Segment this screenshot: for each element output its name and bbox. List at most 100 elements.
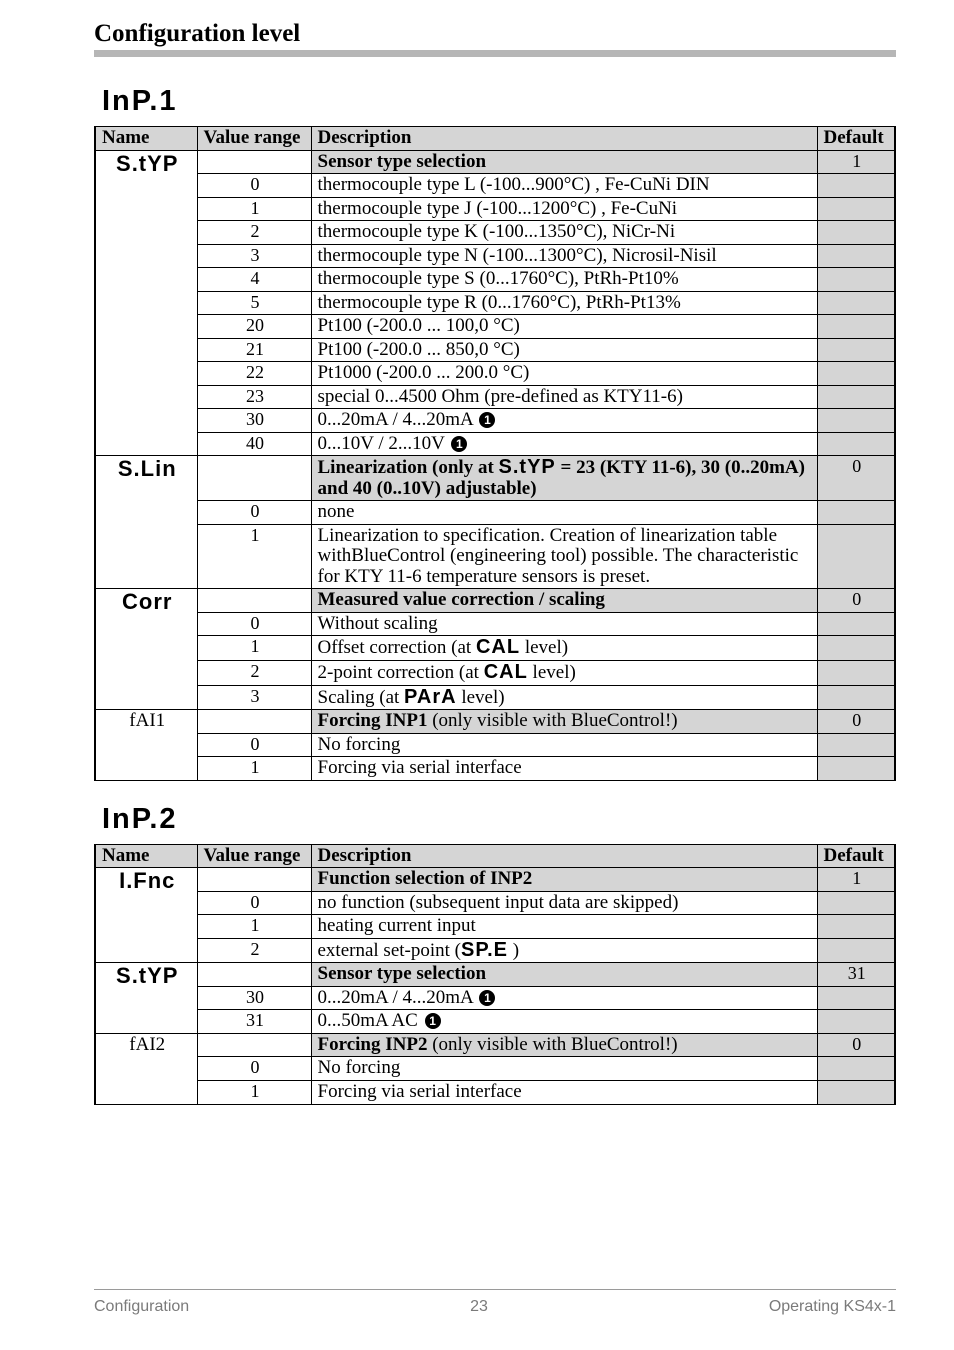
cell: [817, 915, 895, 939]
footer-page-number: 23: [470, 1298, 488, 1316]
seg-ifnc: I.Fnc: [119, 868, 175, 893]
cell: 31: [197, 1010, 311, 1034]
cell: [817, 409, 895, 433]
cell: 30: [197, 409, 311, 433]
txt: level): [528, 662, 576, 683]
cell: [817, 1080, 895, 1104]
cell: [817, 1057, 895, 1081]
th-default: Default: [817, 127, 895, 151]
cell: Scaling (at PArA level): [311, 685, 817, 710]
circle1-icon: 1: [479, 990, 495, 1006]
cell: [197, 963, 311, 987]
cell: [817, 221, 895, 245]
cell: 1: [197, 1080, 311, 1104]
cell: special 0...4500 Ohm (pre-defined as KTY…: [311, 385, 817, 409]
th-name: Name: [95, 127, 197, 151]
cell: 1: [197, 636, 311, 661]
cell: [197, 589, 311, 613]
heading-sensor-type: Sensor type selection: [311, 150, 817, 174]
cell: Forcing via serial interface: [311, 757, 817, 781]
th-desc: Description: [311, 844, 817, 868]
cell: 5: [197, 291, 311, 315]
cell: thermocouple type R (0...1760°C), PtRh-P…: [311, 291, 817, 315]
heading-linearization: Linearization (only at S.tYP = 23 (KTY 1…: [311, 456, 817, 501]
name-styp: S.tYP: [95, 150, 197, 456]
cell: 1: [197, 524, 311, 589]
cell: 0: [197, 174, 311, 198]
seg: S.tYP: [499, 456, 556, 478]
cell: [817, 938, 895, 963]
cell: [817, 197, 895, 221]
table-inp2: Name Value range Description Default I.F…: [94, 844, 896, 1105]
cell: 0: [197, 1057, 311, 1081]
txt: Linearization (only at: [318, 457, 499, 478]
seg-styp: S.tYP: [116, 151, 178, 176]
cell: 0: [197, 501, 311, 525]
cell: 0...20mA / 4...20mA 1: [311, 986, 817, 1010]
cell: thermocouple type K (-100...1350°C), NiC…: [311, 221, 817, 245]
th-range: Value range: [197, 127, 311, 151]
seg-corr: Corr: [122, 589, 172, 614]
footer-left: Configuration: [94, 1298, 189, 1316]
cell: [817, 315, 895, 339]
cell: [197, 868, 311, 892]
cell: [197, 456, 311, 501]
name-ifnc: I.Fnc: [95, 868, 197, 963]
heading-styp2: Sensor type selection: [311, 963, 817, 987]
seg: PArA: [404, 686, 457, 708]
cell: 23: [197, 385, 311, 409]
cell: 2: [197, 661, 311, 686]
cell: [817, 362, 895, 386]
cell: [817, 268, 895, 292]
default-styp: 1: [817, 150, 895, 174]
cell: 0...50mA AC 1: [311, 1010, 817, 1034]
cell: [817, 636, 895, 661]
cell: Offset correction (at CAL level): [311, 636, 817, 661]
txt: (only visible with BlueControl!): [427, 710, 677, 731]
circle1-icon: 1: [451, 436, 467, 452]
cell: 0: [197, 612, 311, 636]
cell: [817, 1010, 895, 1034]
section-heading-inp2: InP.2: [102, 803, 896, 836]
footer-right: Operating KS4x-1: [769, 1298, 896, 1316]
cell: 21: [197, 338, 311, 362]
page-footer: Configuration 23 Operating KS4x-1: [0, 1289, 954, 1316]
default-slin: 0: [817, 456, 895, 501]
default-ifnc: 1: [817, 868, 895, 892]
txt: external set-point (: [318, 940, 462, 961]
txt: (only visible with BlueControl!): [427, 1034, 677, 1055]
name-corr: Corr: [95, 589, 197, 710]
cell: thermocouple type L (-100...900°C) , Fe-…: [311, 174, 817, 198]
heading-fai1: Forcing INP1 (only visible with BlueCont…: [311, 710, 817, 734]
cell: [817, 891, 895, 915]
txt: ): [508, 940, 519, 961]
cell: [817, 685, 895, 710]
cell: 40: [197, 432, 311, 456]
circle1-icon: 1: [479, 412, 495, 428]
cell: [817, 986, 895, 1010]
cell: No forcing: [311, 733, 817, 757]
cell: none: [311, 501, 817, 525]
cell: [817, 524, 895, 589]
name-fai1: fAI1: [95, 710, 197, 781]
cell: [817, 661, 895, 686]
default-corr: 0: [817, 589, 895, 613]
heading-fai2: Forcing INP2 (only visible with BlueCont…: [311, 1033, 817, 1057]
cell: Without scaling: [311, 612, 817, 636]
circle1-icon: 1: [425, 1013, 441, 1029]
cell: [817, 432, 895, 456]
cell: 2: [197, 221, 311, 245]
cell: thermocouple type N (-100...1300°C), Nic…: [311, 244, 817, 268]
cell: 2: [197, 938, 311, 963]
th-name: Name: [95, 844, 197, 868]
cell: 3: [197, 244, 311, 268]
name-slin: S.Lin: [95, 456, 197, 589]
cell: 1: [197, 197, 311, 221]
th-range: Value range: [197, 844, 311, 868]
th-default: Default: [817, 844, 895, 868]
cell: 0: [197, 891, 311, 915]
txt: 2-point correction (at: [318, 662, 484, 683]
cell: heating current input: [311, 915, 817, 939]
cell: 20: [197, 315, 311, 339]
cell: 1: [197, 915, 311, 939]
